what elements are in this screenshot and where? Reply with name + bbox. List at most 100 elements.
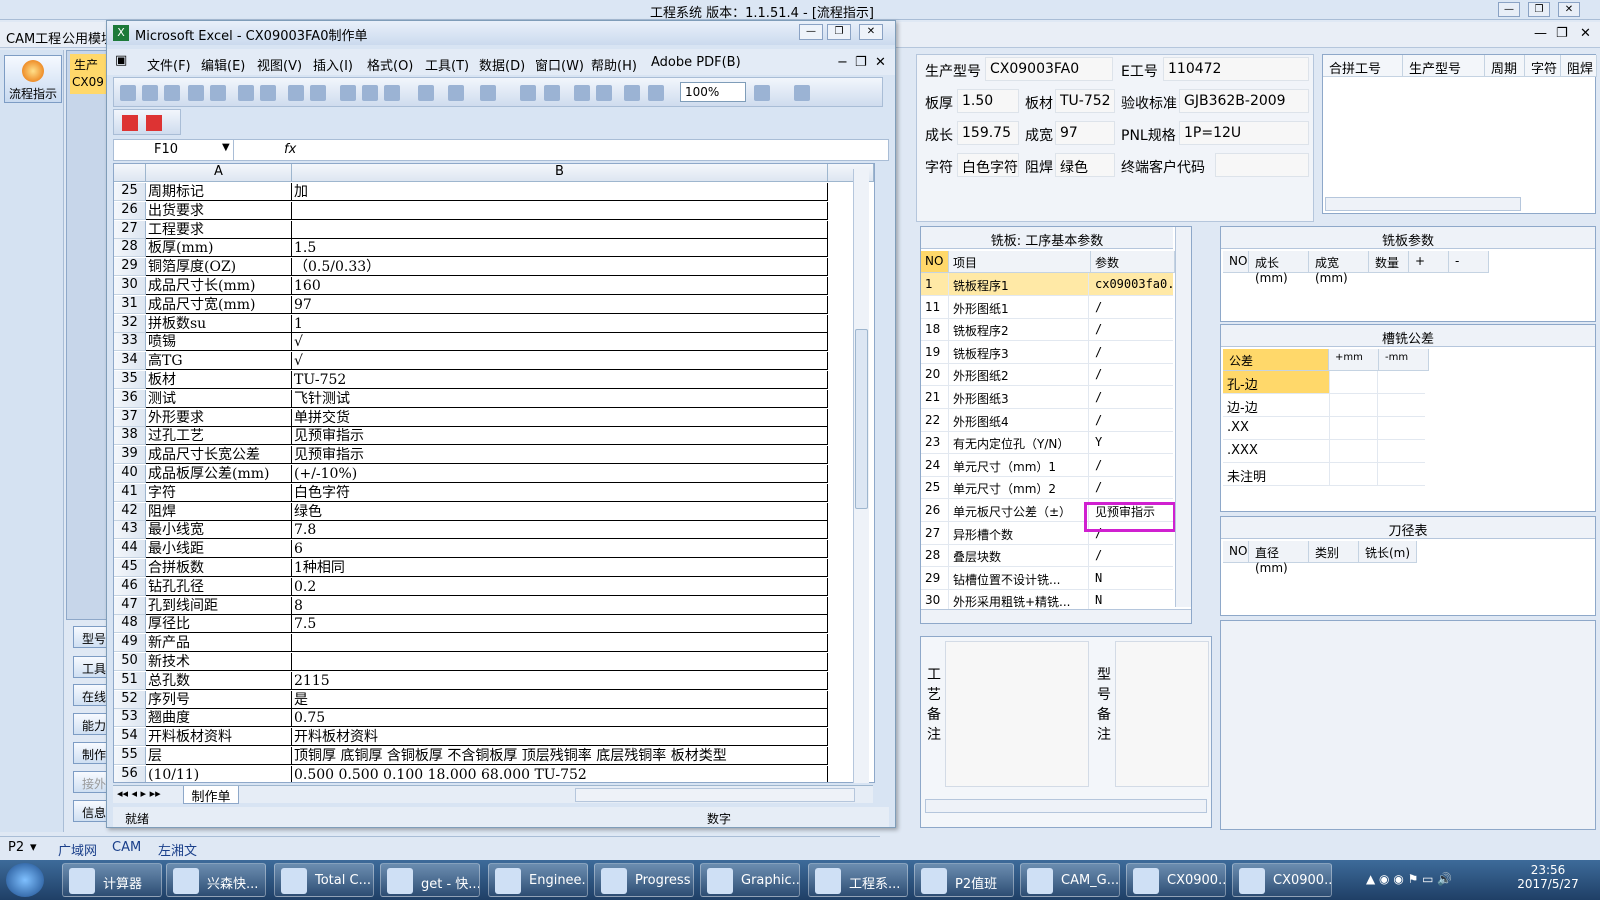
tolerance-row-label[interactable]: 孔-边 <box>1223 371 1329 394</box>
column-header-b[interactable]: B <box>292 164 828 182</box>
cell-b[interactable]: 2115 <box>292 671 828 690</box>
spelling-icon[interactable] <box>288 85 304 101</box>
tolerance-cell[interactable] <box>1329 394 1377 417</box>
cell-a[interactable]: 过孔工艺 <box>146 427 292 446</box>
menu-format[interactable]: 格式(O) <box>367 55 413 74</box>
paste-icon[interactable] <box>384 85 400 101</box>
column-header[interactable]: 成长(mm) <box>1249 251 1309 285</box>
row-header[interactable]: 30 <box>114 277 146 295</box>
task-item[interactable]: CAM_G... <box>1020 863 1120 897</box>
sort-ascending-icon[interactable] <box>574 85 590 101</box>
process-notes-field[interactable] <box>945 641 1089 787</box>
cell-b[interactable] <box>292 201 828 220</box>
column-header-a[interactable]: A <box>146 164 292 182</box>
column-header[interactable]: - <box>1449 251 1489 273</box>
cell-b[interactable]: √ <box>292 333 828 352</box>
e-no-field[interactable]: 110472 <box>1163 57 1309 81</box>
sheet-tab[interactable]: 制作单 <box>183 786 239 805</box>
cell-b[interactable]: 8 <box>292 596 828 615</box>
mill-row[interactable]: 25 单元尺寸（mm）2 / <box>921 476 1173 500</box>
mill-row[interactable]: 11 外形图纸1 / <box>921 295 1173 319</box>
tolerance-cell[interactable] <box>1377 394 1425 417</box>
row-header[interactable]: 44 <box>114 540 146 559</box>
row-header[interactable]: 45 <box>114 559 146 577</box>
cell-a[interactable]: 工程要求 <box>146 220 292 239</box>
column-header[interactable]: 数量 <box>1369 251 1409 273</box>
column-header[interactable]: 阻焊 <box>1561 55 1597 77</box>
excel-close-button[interactable]: ✕ <box>859 24 883 40</box>
cell-b[interactable]: 见预审指示 <box>292 446 828 465</box>
row-header[interactable]: 26 <box>114 201 146 220</box>
column-header[interactable]: NO <box>1223 541 1249 563</box>
tolerance-cell[interactable] <box>1377 440 1425 463</box>
cell-a[interactable]: 新产品 <box>146 634 292 653</box>
cell-b[interactable]: 7.5 <box>292 615 828 634</box>
column-header[interactable]: 周期 <box>1485 55 1525 77</box>
prod-model-field[interactable]: CX09003FA0 <box>985 57 1113 81</box>
menu-file[interactable]: 文件(F) <box>147 55 191 74</box>
column-header[interactable]: 合拼工号 <box>1323 55 1403 77</box>
menu-tools[interactable]: 工具(T) <box>425 55 469 74</box>
zoom-select[interactable]: 100% <box>680 82 746 102</box>
tolerance-cell[interactable] <box>1329 417 1377 440</box>
column-header[interactable]: + <box>1409 251 1449 273</box>
clock[interactable]: 23:56 2017/5/27 <box>1508 863 1588 891</box>
close-button[interactable]: ✕ <box>1558 2 1580 17</box>
row-header[interactable]: 40 <box>114 465 146 483</box>
cut-icon[interactable] <box>340 85 356 101</box>
cell-b[interactable]: 1 <box>292 314 828 333</box>
cell-a[interactable]: 新技术 <box>146 653 292 671</box>
cell-b[interactable]: 7.8 <box>292 521 828 540</box>
row-header[interactable]: 52 <box>114 690 146 709</box>
row-header[interactable]: 25 <box>114 183 146 201</box>
mill-horizontal-scrollbar[interactable] <box>921 609 1191 623</box>
model-notes-field[interactable] <box>1115 641 1209 787</box>
column-header[interactable]: +mm <box>1329 349 1379 371</box>
row-header[interactable]: 48 <box>114 615 146 634</box>
row-header[interactable]: 34 <box>114 352 146 371</box>
chevron-down-icon[interactable]: ▼ <box>222 142 230 153</box>
doc-restore-icon[interactable]: ❐ <box>855 55 867 70</box>
task-item[interactable]: 计算器 <box>62 863 162 897</box>
cell-a[interactable]: 层 <box>146 747 292 765</box>
print-preview-icon[interactable] <box>260 85 276 101</box>
cell-b[interactable]: 绿色 <box>292 502 828 521</box>
cell-b[interactable]: (+/-10%) <box>292 465 828 483</box>
cell-b[interactable]: √ <box>292 352 828 371</box>
cell-b[interactable]: 97 <box>292 295 828 314</box>
tolerance-cell[interactable] <box>1377 371 1425 394</box>
cell-a[interactable]: 周期标记 <box>146 183 292 201</box>
material-field[interactable]: TU-752 <box>1055 89 1115 113</box>
format-painter-icon[interactable] <box>418 85 434 101</box>
column-header[interactable]: 类别 <box>1309 541 1359 563</box>
cell-a[interactable]: 孔到线间距 <box>146 596 292 615</box>
mill-row[interactable]: 1铣板程序1 cx09003fa0.ROU <box>921 273 1175 296</box>
column-header[interactable]: 生产型号 <box>1403 55 1485 77</box>
column-header[interactable]: 字符 <box>1525 55 1561 77</box>
column-header[interactable]: NO <box>1223 251 1249 273</box>
minimize-button[interactable]: — <box>1498 2 1520 17</box>
permission-icon[interactable] <box>188 85 204 101</box>
tab-nav-icon[interactable]: ◂◂ ◂ ▸ ▸▸ <box>117 787 161 800</box>
mill-row[interactable]: 23 有无内定位孔（Y/N） Y <box>921 431 1173 455</box>
doc-minimize-icon[interactable]: − <box>837 55 848 70</box>
pdf-convert-icon[interactable] <box>122 115 138 131</box>
column-header[interactable]: -mm <box>1379 349 1429 371</box>
menu-adobe-pdf[interactable]: Adobe PDF(B) <box>651 55 741 70</box>
cell-a[interactable]: 板材 <box>146 371 292 389</box>
row-header[interactable]: 38 <box>114 427 146 446</box>
cell-a[interactable]: 合拼板数 <box>146 559 292 577</box>
customer-field[interactable] <box>1215 153 1309 177</box>
mdi-minimize-icon[interactable]: — <box>1534 26 1547 41</box>
mill-row[interactable]: 22 外形图纸4 / <box>921 408 1173 432</box>
cell-b[interactable]: （0.5/0.33） <box>292 258 828 277</box>
cell-a[interactable]: 开料板材资料 <box>146 728 292 747</box>
cell-a[interactable]: 出货要求 <box>146 201 292 220</box>
status-p2[interactable]: P2 <box>8 840 24 855</box>
task-item[interactable]: Total C... <box>274 863 374 897</box>
menu-data[interactable]: 数据(D) <box>479 55 525 74</box>
task-item[interactable]: Progress <box>594 863 694 897</box>
cell-b[interactable]: 加 <box>292 183 828 201</box>
chevron-down-icon[interactable]: ▾ <box>30 840 37 855</box>
drawing-icon[interactable] <box>648 85 664 101</box>
